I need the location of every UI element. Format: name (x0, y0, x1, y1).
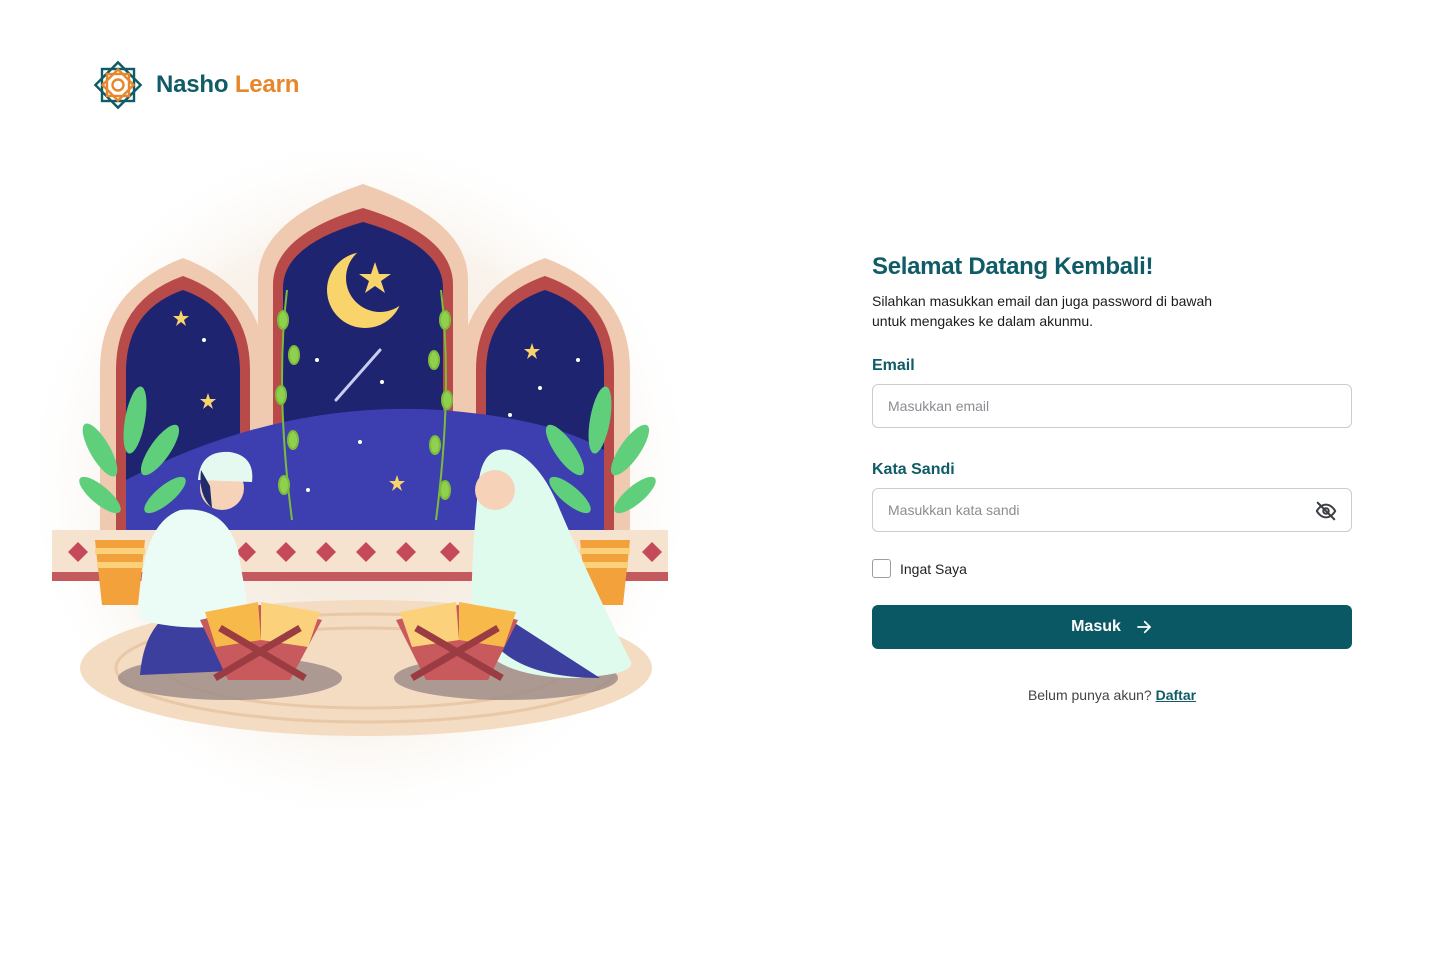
register-prompt-text: Belum punya akun? (1027, 687, 1152, 703)
login-button-label: Masuk (1071, 618, 1121, 635)
register-link[interactable]: Daftar (1156, 687, 1196, 703)
email-input[interactable] (873, 385, 1351, 427)
login-form: Selamat Datang Kembali! Silahkan masukka… (872, 253, 1352, 703)
remember-me-checkbox[interactable] (872, 559, 891, 578)
password-field-wrapper (872, 488, 1352, 532)
email-label: Email (872, 357, 915, 374)
brand-name: Nasho Learn (156, 71, 299, 99)
login-button[interactable]: Masuk (872, 605, 1352, 649)
eight-point-star-logo-icon (93, 60, 143, 110)
brand-logo[interactable]: Nasho Learn (90, 57, 299, 113)
brand-name-part2: Learn (234, 71, 300, 98)
arrow-right-icon (1136, 620, 1151, 634)
register-prompt: Belum punya akun? Daftar (872, 687, 1352, 703)
password-label: Kata Sandi (872, 461, 955, 478)
email-field-wrapper (872, 384, 1352, 428)
hero-illustration (40, 150, 680, 830)
form-subtitle: Silahkan masukkan email dan juga passwor… (872, 293, 1213, 329)
remember-me-label: Ingat Saya (900, 560, 967, 577)
eye-off-icon[interactable] (1315, 500, 1337, 522)
form-title: Selamat Datang Kembali! (872, 253, 1154, 280)
password-input[interactable] (873, 489, 1351, 531)
remember-me[interactable]: Ingat Saya (872, 559, 1352, 578)
brand-name-part1: Nasho (156, 71, 229, 98)
